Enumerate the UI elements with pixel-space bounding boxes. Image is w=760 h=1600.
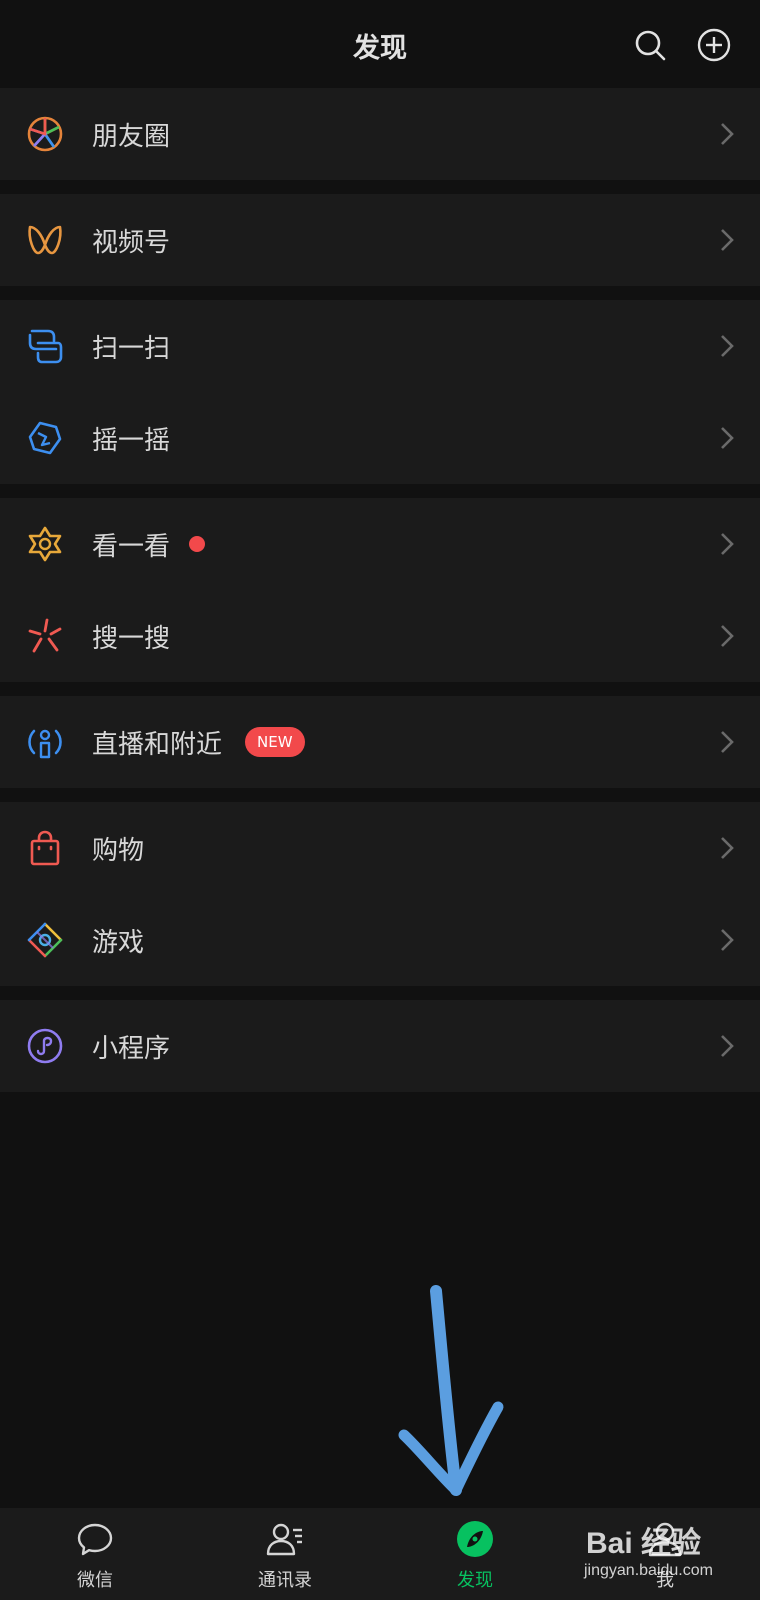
games-label: 游戏 [92, 928, 145, 958]
chevron-right-icon [721, 533, 734, 555]
mini-programs-item[interactable]: 小程序 [0, 1000, 760, 1092]
game-diamond-icon [27, 922, 63, 958]
watermark-logo-text: Bai 经验 [586, 1527, 702, 1560]
channels-group: 视频号 [0, 194, 760, 286]
shake-icon [28, 421, 62, 455]
tab-contacts[interactable]: 通讯录 [190, 1508, 380, 1600]
moments-item[interactable]: 朋友圈 [0, 88, 760, 180]
scan-shake-group: 扫一扫 摇一摇 [0, 300, 760, 484]
moments-label: 朋友圈 [92, 122, 171, 152]
shopping-bag-icon [30, 830, 60, 866]
mini-programs-label: 小程序 [92, 1034, 171, 1064]
contacts-icon [266, 1523, 302, 1556]
shopping-item[interactable]: 购物 [0, 802, 760, 894]
chat-bubble-icon [77, 1523, 113, 1556]
search-label: 搜一搜 [92, 624, 171, 654]
shopping-label: 购物 [92, 836, 145, 866]
shake-label: 摇一摇 [92, 426, 171, 456]
tab-discover[interactable]: 发现 [380, 1508, 570, 1600]
chevron-right-icon [721, 625, 734, 647]
tab-chats-label: 微信 [77, 1570, 113, 1591]
shake-item[interactable]: 摇一摇 [0, 392, 760, 484]
live-nearby-group: 直播和附近 NEW [0, 696, 760, 788]
aperture-icon [27, 116, 63, 152]
star-icon [28, 526, 62, 562]
red-dot-indicator [189, 536, 205, 552]
stories-search-group: 看一看 搜一搜 [0, 498, 760, 682]
mini-program-icon [27, 1028, 63, 1064]
mini-programs-group: 小程序 [0, 1000, 760, 1092]
games-item[interactable]: 游戏 [0, 894, 760, 986]
tab-contacts-label: 通讯录 [258, 1570, 312, 1591]
shopping-games-group: 购物 游戏 [0, 802, 760, 986]
top-stories-label: 看一看 [92, 532, 171, 562]
scan-label: 扫一扫 [92, 334, 171, 364]
annotation-arrow-icon [398, 1285, 504, 1496]
search-item[interactable]: 搜一搜 [0, 590, 760, 682]
chevron-right-icon [721, 427, 734, 449]
chevron-right-icon [721, 123, 734, 145]
live-nearby-item[interactable]: 直播和附近 NEW [0, 696, 760, 788]
live-nearby-label: 直播和附近 [92, 730, 223, 760]
chevron-right-icon [721, 837, 734, 859]
moments-group: 朋友圈 [0, 88, 760, 180]
watermark-url: jingyan.baidu.com [584, 1562, 713, 1579]
chevron-right-icon [721, 731, 734, 753]
live-person-icon [28, 729, 62, 759]
top-stories-item[interactable]: 看一看 [0, 498, 760, 590]
chevron-right-icon [721, 335, 734, 357]
butterfly-icon [28, 225, 62, 255]
chevron-right-icon [721, 229, 734, 251]
search-icon[interactable] [633, 28, 667, 62]
new-badge: NEW [245, 727, 305, 757]
chevron-right-icon [721, 1035, 734, 1057]
search-spark-icon [28, 618, 62, 653]
top-bar: 发现 [0, 0, 760, 88]
plus-circle-icon[interactable] [697, 28, 731, 62]
baidu-watermark: Bai 经验 jingyan.baidu.com [580, 1510, 740, 1598]
compass-icon [457, 1521, 493, 1557]
channels-label: 视频号 [92, 228, 171, 258]
tab-discover-label: 发现 [457, 1570, 493, 1591]
channels-item[interactable]: 视频号 [0, 194, 760, 286]
scan-icon [28, 329, 63, 364]
tab-chats[interactable]: 微信 [0, 1508, 190, 1600]
scan-item[interactable]: 扫一扫 [0, 300, 760, 392]
chevron-right-icon [721, 929, 734, 951]
